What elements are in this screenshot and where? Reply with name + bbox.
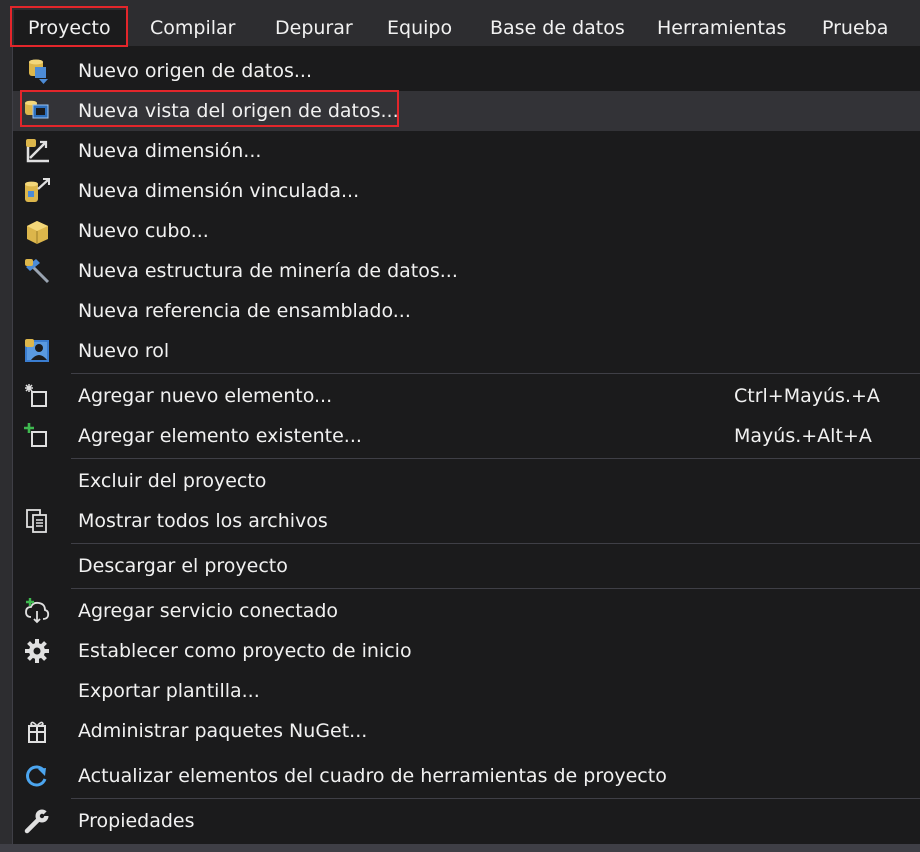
linked-dimension-icon — [25, 178, 50, 202]
mining-structure-icon — [25, 259, 50, 284]
menu-item-add-new-item[interactable]: Agregar nuevo elemento... Ctrl+Mayús.+A — [13, 376, 920, 416]
dimension-icon — [26, 139, 49, 163]
menu-compilar[interactable]: Compilar — [150, 10, 235, 46]
menu-item-manage-nuget-packages[interactable]: Administrar paquetes NuGet... — [13, 711, 920, 751]
menu-item-new-dimension[interactable]: Nueva dimensión... — [13, 131, 920, 171]
menu-separator — [71, 588, 920, 589]
add-new-item-icon — [25, 384, 47, 407]
menu-item-unload-project[interactable]: Descargar el proyecto — [13, 546, 920, 586]
proyecto-dropdown-menu: Nuevo origen de datos... Nueva vista del… — [12, 46, 920, 844]
menu-item-new-mining-structure[interactable]: Nueva estructura de minería de datos... — [13, 251, 920, 291]
menu-item-new-cube[interactable]: Nuevo cubo... — [13, 211, 920, 251]
menu-item-new-role[interactable]: Nuevo rol — [13, 331, 920, 371]
cube-icon — [27, 221, 48, 244]
menu-item-new-data-source-view[interactable]: Nueva vista del origen de datos... — [13, 91, 920, 131]
nuget-package-icon — [28, 721, 46, 743]
connected-service-icon — [25, 598, 50, 624]
menu-separator — [71, 543, 920, 544]
menu-separator — [71, 373, 920, 374]
menu-prueba[interactable]: Prueba — [822, 10, 888, 46]
menu-separator — [71, 798, 920, 799]
menu-herramientas[interactable]: Herramientas — [657, 10, 786, 46]
visual-studio-window: Proyecto Compilar Depurar Equipo Base de… — [0, 0, 920, 852]
role-icon — [25, 339, 49, 362]
data-source-icon — [29, 59, 48, 84]
menu-item-add-existing-item[interactable]: Agregar elemento existente... Mayús.+Alt… — [13, 416, 920, 456]
menu-item-exclude-from-project[interactable]: Excluir del proyecto — [13, 461, 920, 501]
add-existing-item-icon — [24, 423, 47, 447]
menu-separator — [71, 458, 920, 459]
menu-item-new-assembly-reference[interactable]: Nueva referencia de ensamblado... — [13, 291, 920, 331]
data-source-view-icon — [25, 100, 49, 119]
menu-item-new-linked-dimension[interactable]: Nueva dimensión vinculada... — [13, 171, 920, 211]
menu-item-refresh-toolbox-items[interactable]: Actualizar elementos del cuadro de herra… — [13, 756, 920, 796]
menu-item-export-template[interactable]: Exportar plantilla... — [13, 671, 920, 711]
menu-item-set-as-startup-project[interactable]: Establecer como proyecto de inicio — [13, 631, 920, 671]
wrench-icon — [24, 808, 50, 834]
menu-depurar[interactable]: Depurar — [275, 10, 353, 46]
shortcut-add-existing-item: Mayús.+Alt+A — [734, 425, 872, 447]
status-strip — [0, 844, 920, 852]
menu-item-show-all-files[interactable]: Mostrar todos los archivos — [13, 501, 920, 541]
menu-item-new-data-source[interactable]: Nuevo origen de datos... — [13, 51, 920, 91]
gear-icon — [25, 639, 49, 663]
show-all-files-icon — [26, 509, 47, 533]
menu-item-add-connected-service[interactable]: Agregar servicio conectado — [13, 591, 920, 631]
shortcut-add-new-item: Ctrl+Mayús.+A — [734, 385, 880, 407]
menu-proyecto[interactable]: Proyecto — [14, 10, 126, 46]
menu-base-de-datos[interactable]: Base de datos — [490, 10, 625, 46]
menu-item-properties[interactable]: Propiedades — [13, 801, 920, 841]
menu-equipo[interactable]: Equipo — [387, 10, 452, 46]
refresh-icon — [26, 765, 47, 787]
